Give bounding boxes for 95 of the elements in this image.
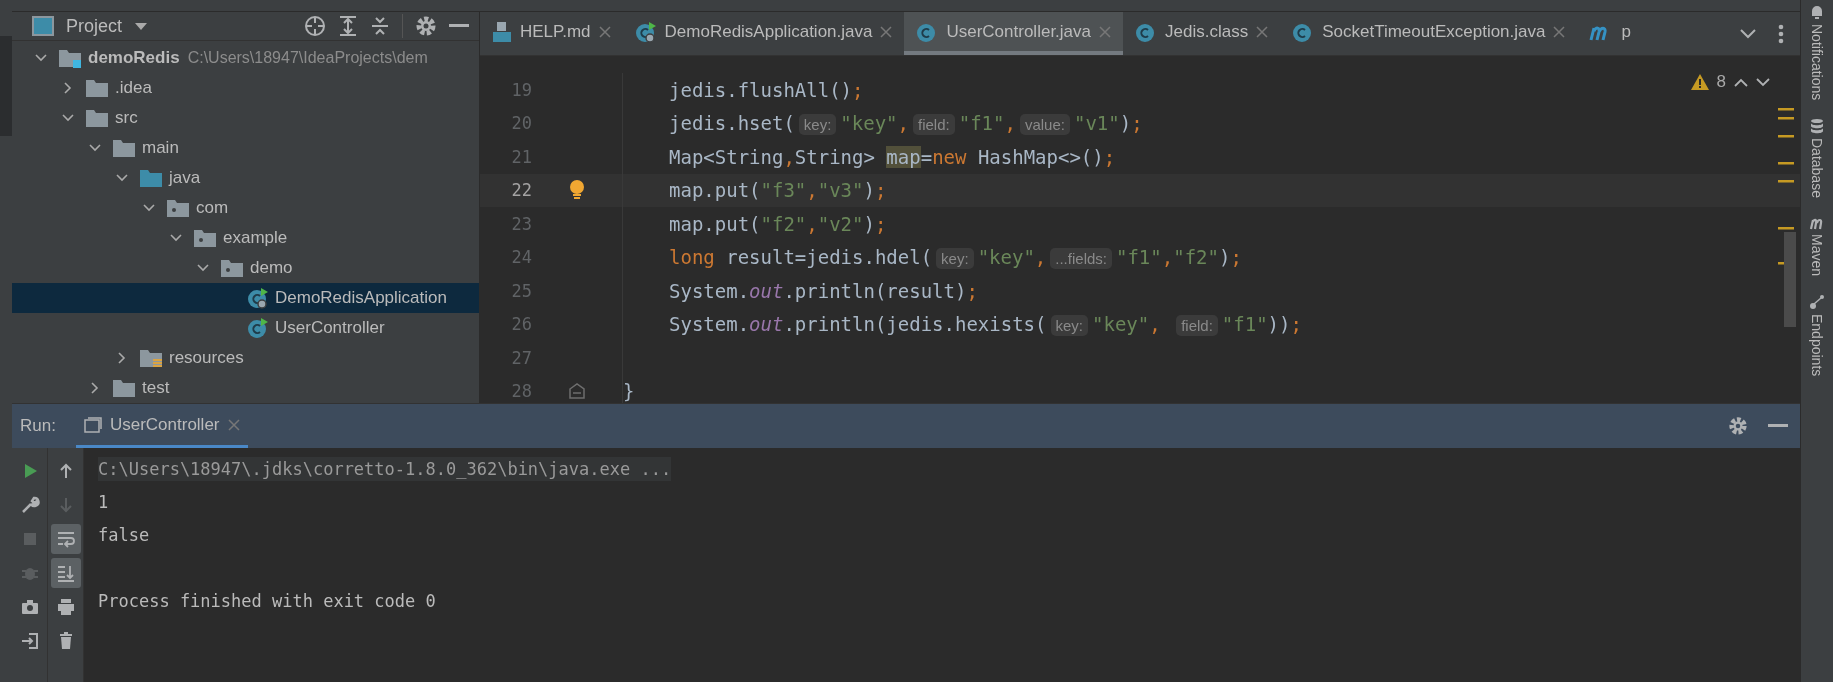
editor-tab[interactable]: UserController.java	[904, 12, 1123, 55]
code-line: System.out.println(jedis.hexists( key: "key", field: "f1"));	[669, 313, 1302, 336]
tree-item-label[interactable]: demoRedis	[88, 48, 180, 68]
tree-row-selected[interactable]: DemoRedisApplication	[12, 283, 479, 313]
line-number: 24	[510, 247, 532, 268]
run-panel-title: Run:	[20, 416, 56, 436]
scrollbar-thumb[interactable]	[1784, 232, 1796, 327]
warning-count[interactable]: 8	[1716, 72, 1726, 92]
m-icon[interactable]	[1809, 216, 1825, 231]
tree-item-label[interactable]: UserController	[275, 318, 385, 338]
collapse-all-icon[interactable]	[370, 15, 390, 37]
tree-item-label[interactable]: demo	[250, 258, 293, 278]
lightbulb-icon[interactable]	[568, 179, 586, 202]
code-line: Map<String,String> map=new HashMap<>();	[669, 145, 1116, 168]
line-number: 26	[510, 314, 532, 335]
chevron-down-icon[interactable]	[1756, 77, 1770, 87]
tool-window-label[interactable]: Maven	[1809, 234, 1825, 277]
tree-item-label[interactable]: .idea	[115, 78, 152, 98]
fold-marker-icon[interactable]	[568, 382, 586, 401]
folder-icon	[112, 378, 136, 398]
tool-window-label[interactable]: Database	[1809, 138, 1825, 199]
sign-in-icon[interactable]	[19, 631, 40, 651]
package-icon	[166, 198, 190, 218]
tree-item-label[interactable]: test	[142, 378, 170, 398]
editor-tab[interactable]: SocketTimeoutException.java	[1280, 12, 1578, 55]
code-line: System.out.println(result);	[669, 279, 978, 302]
spring-class-icon	[247, 287, 269, 309]
spring-class-icon	[634, 20, 657, 43]
tool-window-label[interactable]: Endpoints	[1809, 314, 1825, 377]
code-line: map.put("f3","v3");	[669, 179, 887, 202]
resources-folder-icon	[139, 348, 163, 368]
locate-icon[interactable]	[304, 15, 326, 37]
tree-item-label[interactable]: com	[196, 198, 229, 218]
runnable-class-icon	[247, 317, 269, 339]
tool-window-label[interactable]: Notifications	[1809, 24, 1825, 101]
print-icon[interactable]	[55, 597, 76, 617]
tree-item-label[interactable]: DemoRedisApplication	[275, 288, 447, 308]
tree-item-label[interactable]: main	[142, 138, 179, 158]
close-icon[interactable]	[1553, 25, 1566, 38]
camera-icon[interactable]	[19, 597, 40, 617]
soft-wrap-icon[interactable]	[55, 529, 76, 549]
scroll-to-end-icon[interactable]	[55, 563, 76, 583]
source-folder-icon	[139, 168, 163, 188]
minimize-icon[interactable]	[1768, 424, 1788, 428]
code-line: long result=jedis.hdel( key: "key", ...fields: "f1","f2");	[669, 246, 1242, 269]
package-icon	[193, 228, 217, 248]
markdown-file-icon	[492, 20, 512, 43]
endpoints-icon[interactable]	[1809, 294, 1825, 311]
line-number: 22	[510, 180, 532, 201]
editor-tab[interactable]: HELP.md	[480, 12, 623, 55]
line-number: 23	[510, 213, 532, 234]
close-icon[interactable]	[598, 25, 611, 38]
expand-all-icon[interactable]	[338, 15, 358, 37]
line-number: 19	[510, 79, 532, 100]
bell-icon[interactable]	[1809, 4, 1825, 20]
editor-tab[interactable]: DemoRedisApplication.java	[622, 12, 905, 55]
minimize-icon[interactable]	[449, 24, 469, 28]
line-number: 25	[510, 280, 532, 301]
tree-item-label[interactable]: src	[115, 108, 138, 128]
line-number: 21	[510, 146, 532, 167]
folder-icon	[85, 108, 109, 128]
folder-icon	[112, 138, 136, 158]
code-line: jedis.flushAll();	[669, 78, 864, 101]
line-number: 27	[510, 347, 532, 368]
tree-item-label[interactable]: java	[169, 168, 201, 188]
panel-icon	[32, 16, 54, 36]
console-line: Process finished with exit code 0	[98, 589, 436, 613]
close-icon[interactable]	[1256, 25, 1269, 38]
run-tab[interactable]: UserController	[75, 404, 248, 448]
dropdown-caret-icon[interactable]	[134, 21, 149, 31]
code-line: jedis.hset( key: "key", field: "f1", value: "v1");	[669, 112, 1143, 135]
code-line: map.put("f2","v2");	[669, 212, 887, 235]
database-icon[interactable]	[1809, 118, 1825, 135]
chevron-up-icon[interactable]	[1734, 77, 1748, 87]
more-icon[interactable]	[1778, 23, 1784, 44]
editor-tab[interactable]: Jedis.class	[1123, 12, 1281, 55]
code-line: }	[623, 380, 635, 403]
folder-icon	[85, 78, 109, 98]
module-folder-icon	[58, 48, 82, 68]
line-number: 20	[510, 113, 532, 134]
close-icon[interactable]	[880, 25, 893, 38]
editor-tab[interactable]: p	[1577, 12, 1643, 55]
line-number: 28	[510, 381, 532, 402]
console-line: false	[98, 523, 150, 547]
tree-item-label[interactable]: resources	[169, 348, 244, 368]
settings-icon[interactable]	[1728, 416, 1748, 436]
chevron-down-icon[interactable]	[1740, 28, 1756, 39]
project-path: C:\Users\18947\IdeaProjects\dem	[187, 49, 428, 67]
console-line: 1	[98, 490, 109, 514]
panel-title[interactable]: Project	[66, 15, 123, 37]
console-icon	[83, 416, 102, 433]
warning-icon[interactable]	[1690, 74, 1709, 90]
settings-icon[interactable]	[415, 15, 437, 37]
tree-item-label[interactable]: example	[223, 228, 288, 248]
package-icon	[220, 258, 244, 278]
